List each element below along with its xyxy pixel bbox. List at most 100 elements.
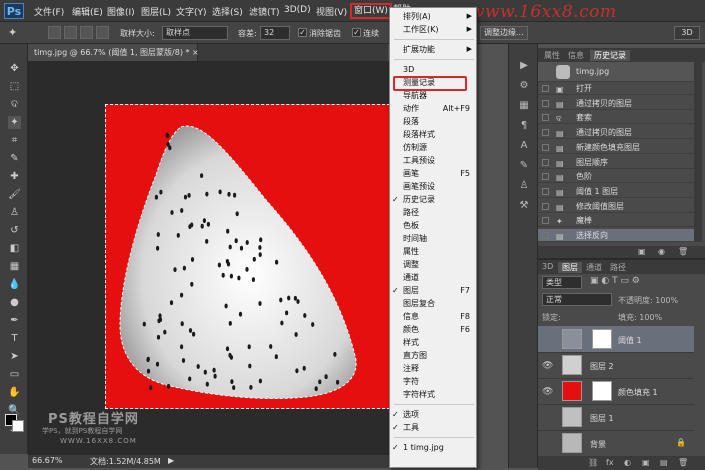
layer-row[interactable]: 👁 图层 2 (538, 352, 694, 379)
menu-window[interactable]: 窗口(W) (350, 3, 392, 19)
crop-tool-icon[interactable]: ⌗ (8, 134, 21, 147)
window-menu-item[interactable]: 图层 ✓ F7 (390, 284, 476, 297)
history-state[interactable]: ଦ 套索 (538, 111, 694, 125)
fill-field[interactable]: 填充: 100% (618, 312, 662, 323)
adjust-icon[interactable]: ⚙ (517, 80, 531, 92)
history-state[interactable]: ▤ 通过拷贝的图层 (538, 97, 694, 110)
intersect-selection-icon[interactable] (96, 26, 109, 39)
menu-layer[interactable]: 图层(L) (141, 5, 171, 18)
path-select-icon[interactable]: ➤ (8, 350, 21, 363)
tab-info[interactable]: 信息 (568, 50, 584, 61)
magic-wand-tool-icon[interactable]: ✦ (8, 26, 17, 39)
dodge-tool-icon[interactable]: ● (8, 296, 21, 309)
document-canvas[interactable] (105, 104, 390, 409)
history-source-checkbox[interactable] (542, 217, 549, 225)
history-state[interactable]: ✦ 魔棒 (538, 214, 694, 228)
window-menu-item[interactable]: 字符样式 (390, 388, 476, 401)
blend-mode-select[interactable]: 正常 (542, 293, 612, 306)
status-menu-arrow-icon[interactable]: ▶ (168, 456, 174, 465)
layer-mask-thumbnail[interactable] (592, 381, 612, 401)
menu-select[interactable]: 选择(S) (212, 5, 243, 18)
blur-tool-icon[interactable]: 💧 (8, 278, 21, 291)
layer-row[interactable]: 图层 1 (538, 404, 694, 431)
history-source-checkbox[interactable] (542, 129, 549, 137)
tolerance-input[interactable]: 32 (260, 26, 290, 40)
menu-filter[interactable]: 滤镜(T) (249, 5, 280, 18)
tab-channels[interactable]: 通道 (586, 262, 602, 273)
sample-size-select[interactable]: 取样点 (162, 26, 228, 40)
paragraph-icon[interactable]: ¶ (517, 120, 531, 132)
visibility-eye-icon[interactable]: 👁 (542, 387, 553, 397)
brush-tool-icon[interactable]: 🖌 (8, 188, 21, 201)
history-source-checkbox[interactable] (542, 99, 549, 107)
window-menu-item[interactable]: 直方图 (390, 349, 476, 362)
window-menu-item[interactable]: 通道 (390, 271, 476, 284)
window-menu-item[interactable]: 字符 (390, 375, 476, 388)
tab-history[interactable]: 历史记录 (590, 50, 630, 61)
history-scrollbar[interactable] (694, 62, 702, 242)
healing-brush-icon[interactable]: ✚ (8, 170, 21, 183)
menu-image[interactable]: 图像(I) (107, 5, 135, 18)
window-menu-item[interactable]: 样式 (390, 336, 476, 349)
window-menu-item[interactable]: 工具 ✓ (390, 421, 476, 434)
refine-edge-button[interactable]: 调整边缘... (480, 26, 528, 40)
new-selection-icon[interactable] (48, 26, 61, 39)
tool-presets-icon[interactable]: ⚒ (517, 200, 531, 212)
layer-style-icon[interactable]: fx (606, 458, 614, 467)
stamp-icon[interactable]: ♙ (517, 180, 531, 192)
subtract-selection-icon[interactable] (80, 26, 93, 39)
type-tool-icon[interactable]: T (8, 332, 21, 345)
window-menu-item[interactable]: 3D (390, 63, 476, 76)
3d-workspace-button[interactable]: 3D (674, 26, 700, 40)
window-menu-item[interactable]: 色板 (390, 219, 476, 232)
window-menu-item[interactable]: 颜色 F6 (390, 323, 476, 336)
history-brush-icon[interactable]: ↺ (8, 224, 21, 237)
background-color-swatch[interactable] (12, 420, 24, 432)
window-menu-item[interactable]: 扩展功能 ▶ (390, 43, 476, 56)
layer-row[interactable]: 背景 🔒 (538, 430, 694, 457)
opacity-field[interactable]: 不透明度: 100% (618, 295, 678, 306)
zoom-level[interactable]: 66.67% (32, 456, 63, 465)
window-menu-item[interactable]: 动作 Alt+F9 (390, 102, 476, 115)
tab-properties[interactable]: 属性 (544, 50, 560, 61)
history-state[interactable]: ▤ 选择反向 (538, 229, 694, 242)
menu-view[interactable]: 视图(V) (316, 5, 347, 18)
eraser-tool-icon[interactable]: ◧ (8, 242, 21, 255)
history-state[interactable]: ▣ 打开 (538, 82, 694, 95)
history-source-checkbox[interactable] (542, 143, 549, 151)
history-source-checkbox[interactable] (542, 187, 549, 195)
window-menu-item[interactable]: 调整 (390, 258, 476, 271)
lasso-tool-icon[interactable]: ଦ (8, 98, 21, 111)
menu-edit[interactable]: 编辑(E) (72, 5, 103, 18)
window-menu-item[interactable]: 段落 (390, 115, 476, 128)
history-source-checkbox[interactable] (542, 202, 549, 210)
layer-mask-thumbnail[interactable] (592, 329, 612, 349)
adjustment-layer-icon[interactable]: ◐ (624, 458, 631, 467)
history-state[interactable]: ▤ 通过拷贝的图层 (538, 126, 694, 140)
history-state[interactable]: ▤ 修改阈值图层 (538, 200, 694, 213)
tab-paths[interactable]: 路径 (610, 262, 626, 273)
play-icon[interactable]: ▶ (517, 60, 531, 72)
swatches-icon[interactable]: ▦ (517, 100, 531, 112)
window-menu-item[interactable]: 工作区(K) ▶ (390, 23, 476, 36)
marquee-tool-icon[interactable]: ⬚ (8, 80, 21, 93)
brush-panel-icon[interactable]: ✎ (517, 160, 531, 172)
menu-type[interactable]: 文字(Y) (176, 5, 207, 18)
menu-file[interactable]: 文件(F) (34, 5, 64, 18)
antialias-checkbox[interactable]: ✓ (298, 28, 307, 37)
new-document-icon[interactable]: ▣ (638, 247, 646, 256)
character-icon[interactable]: A (517, 140, 531, 152)
link-layers-icon[interactable]: ⛓ (588, 458, 598, 467)
pen-tool-icon[interactable]: ✒ (8, 314, 21, 327)
menu-3d[interactable]: 3D(D) (284, 5, 311, 15)
history-source-checkbox[interactable] (542, 158, 549, 166)
stamp-tool-icon[interactable]: ♙ (8, 206, 21, 219)
window-menu-item[interactable]: 画笔 F5 (390, 167, 476, 180)
tab-3d[interactable]: 3D (542, 262, 553, 271)
new-layer-icon[interactable]: ▤ (660, 458, 668, 467)
window-menu-item[interactable]: 信息 F8 (390, 310, 476, 323)
filter-icons[interactable]: ▣ ◐ T ▭ ⚙ (590, 276, 640, 286)
delete-layer-icon[interactable]: 🗑 (678, 458, 688, 467)
add-selection-icon[interactable] (64, 26, 77, 39)
layer-kind-filter[interactable]: 类型 (542, 276, 582, 289)
